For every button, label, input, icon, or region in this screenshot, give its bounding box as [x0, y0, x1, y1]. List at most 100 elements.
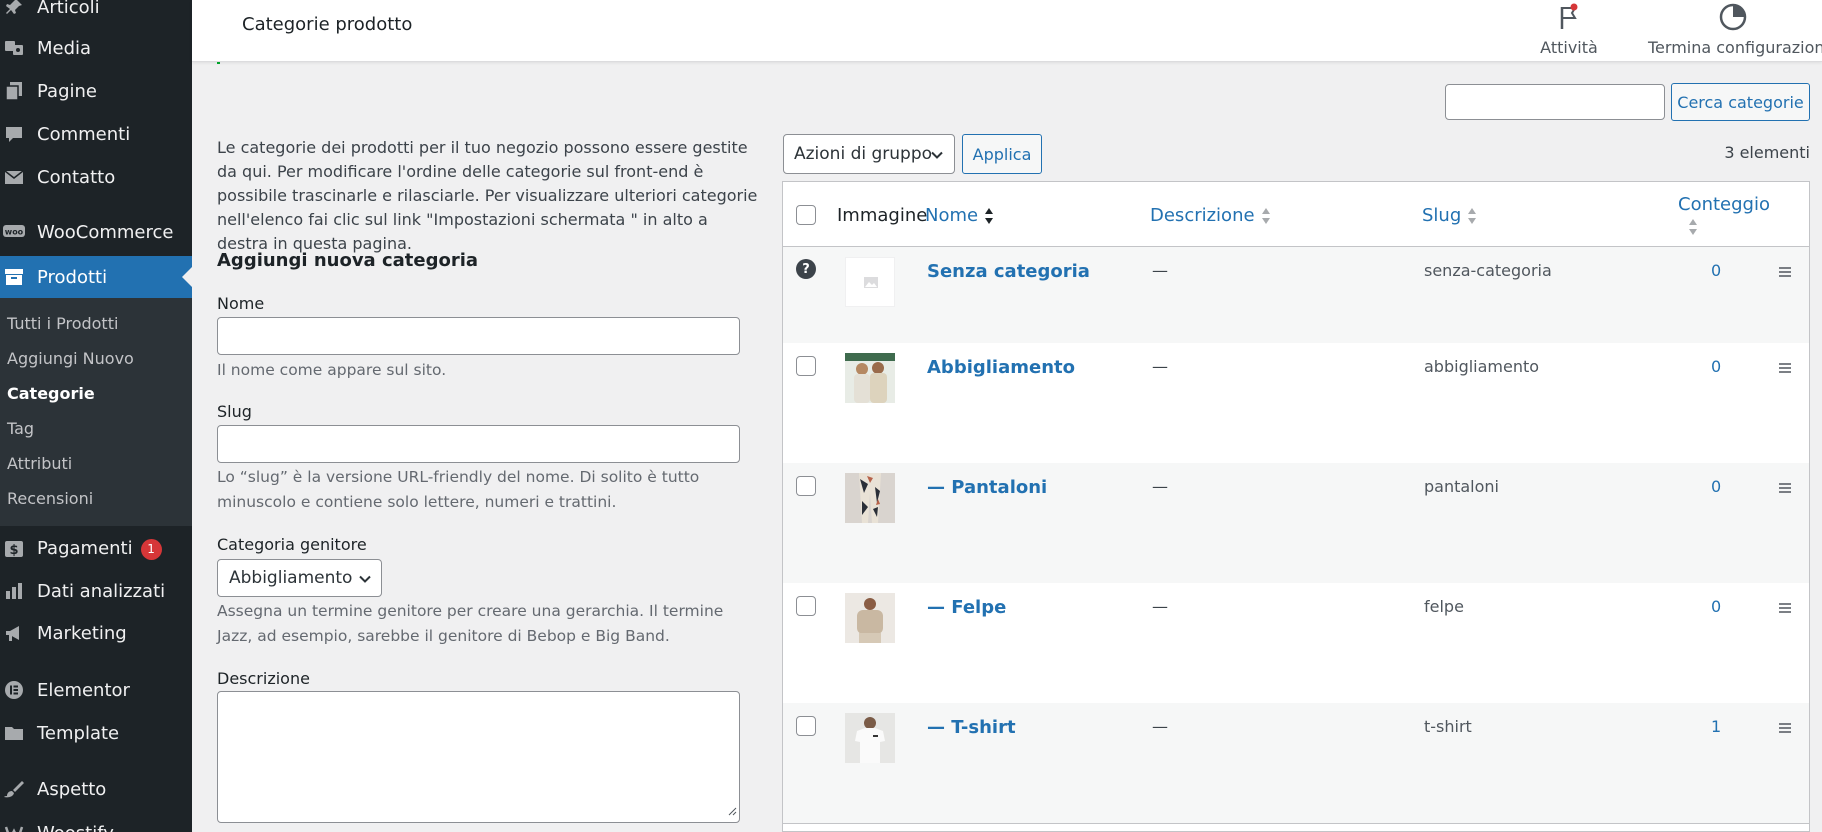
products-submenu: Tutti i Prodotti Aggiungi Nuovo Categori…: [0, 298, 192, 526]
drag-handle-icon[interactable]: [1778, 263, 1792, 282]
table-row[interactable]: Abbigliamento — abbigliamento 0: [783, 343, 1809, 463]
menu-label: Template: [37, 722, 120, 744]
dollar-icon: $: [3, 538, 25, 560]
column-description[interactable]: Descrizione: [1150, 205, 1271, 226]
submenu-tag[interactable]: Tag: [7, 419, 34, 438]
drag-handle-icon[interactable]: [1778, 719, 1792, 738]
menu-label: WooCommerce: [37, 221, 174, 243]
sort-icon: [1467, 206, 1477, 226]
table-row[interactable]: — Pantaloni — pantaloni 0: [783, 463, 1809, 583]
menu-item-commenti[interactable]: Commenti: [0, 114, 192, 154]
table-row[interactable]: ? Senza categoria — senza-categoria 0: [783, 247, 1809, 343]
row-checkbox[interactable]: [796, 476, 816, 496]
felpe-thumbnail: [845, 593, 895, 643]
column-count[interactable]: Conteggio: [1678, 194, 1770, 237]
svg-text:woo: woo: [5, 228, 24, 237]
activity-button[interactable]: Attività: [1537, 0, 1601, 57]
drag-handle-icon[interactable]: [1778, 359, 1792, 378]
category-count-link[interactable]: 0: [1711, 597, 1721, 616]
submenu-categorie[interactable]: Categorie: [7, 384, 95, 403]
category-count-link[interactable]: 1: [1711, 717, 1721, 736]
bulk-actions-select[interactable]: Azioni di gruppo: [783, 134, 955, 174]
drag-handle-icon[interactable]: [1778, 599, 1792, 618]
comment-icon: [3, 123, 25, 145]
menu-item-woostify[interactable]: Woostify: [0, 813, 192, 832]
category-name-link[interactable]: Abbigliamento: [927, 357, 1075, 378]
search-categories-button[interactable]: Cerca categorie: [1671, 83, 1810, 121]
folder-icon: [3, 722, 25, 744]
category-name-link[interactable]: — Pantaloni: [927, 477, 1047, 498]
category-name-link[interactable]: Senza categoria: [927, 261, 1090, 282]
category-name-link[interactable]: — T-shirt: [927, 717, 1016, 738]
brush-icon: [3, 778, 25, 800]
menu-item-pagine[interactable]: Pagine: [0, 71, 192, 111]
menu-label: Contatto: [37, 166, 116, 188]
submenu-aggiungi-nuovo[interactable]: Aggiungi Nuovo: [7, 349, 134, 368]
row-checkbox[interactable]: [796, 716, 816, 736]
slug-help: Lo “slug” è la versione URL-friendly del…: [217, 468, 700, 511]
category-description: —: [1152, 261, 1168, 280]
slug-label: Slug: [217, 402, 252, 421]
category-slug: senza-categoria: [1424, 261, 1552, 280]
menu-item-aspetto[interactable]: Aspetto: [0, 769, 192, 809]
intro-text: Le categorie dei prodotti per il tuo neg…: [217, 138, 758, 253]
column-slug[interactable]: Slug: [1422, 205, 1477, 226]
activity-label: Attività: [1540, 38, 1598, 57]
column-name[interactable]: Nome: [925, 205, 994, 226]
parent-category-value: Abbigliamento: [229, 568, 353, 588]
category-name-link[interactable]: — Felpe: [927, 597, 1006, 618]
menu-label: Elementor: [37, 679, 130, 701]
description-textarea[interactable]: [217, 691, 740, 823]
search-input[interactable]: [1445, 84, 1665, 120]
resize-handle-icon[interactable]: [727, 801, 737, 820]
category-count-link[interactable]: 0: [1711, 477, 1721, 496]
menu-label: Marketing: [37, 622, 127, 644]
finish-setup-label: Termina configurazione: [1648, 38, 1822, 57]
submenu-attributi[interactable]: Attributi: [7, 454, 72, 473]
svg-text:$: $: [9, 543, 18, 558]
parent-category-select[interactable]: Abbigliamento: [217, 559, 382, 597]
menu-item-template[interactable]: Template: [0, 713, 192, 753]
apply-button[interactable]: Applica: [962, 134, 1042, 174]
column-count-label: Conteggio: [1678, 194, 1770, 215]
menu-item-articoli[interactable]: Articoli: [0, 0, 192, 27]
menu-item-dati-analizzati[interactable]: Dati analizzati: [0, 571, 192, 611]
menu-label-text: Pagamenti: [37, 537, 133, 559]
menu-item-marketing[interactable]: Marketing: [0, 613, 192, 653]
mail-icon: [3, 166, 25, 188]
category-count-link[interactable]: 0: [1711, 357, 1721, 376]
column-image: Immagine: [837, 205, 928, 226]
row-checkbox[interactable]: [796, 356, 816, 376]
menu-item-prodotti[interactable]: Prodotti: [0, 256, 192, 298]
menu-item-elementor[interactable]: Elementor: [0, 670, 192, 710]
table-footer-divider: [783, 823, 1809, 824]
admin-sidebar: Articoli Media Pagine Commenti Contatto …: [0, 0, 192, 832]
row-checkbox[interactable]: [796, 596, 816, 616]
woo-icon: woo: [3, 221, 25, 243]
menu-item-woocommerce[interactable]: woo WooCommerce: [0, 212, 192, 252]
category-count-link[interactable]: 0: [1711, 261, 1721, 280]
intro-section: Le categorie dei prodotti per il tuo neg…: [217, 136, 762, 256]
finish-setup-button[interactable]: Termina configurazione: [1648, 0, 1822, 57]
submenu-tutti-prodotti[interactable]: Tutti i Prodotti: [7, 314, 118, 333]
add-category-heading: Aggiungi nuova categoria: [217, 250, 479, 271]
menu-item-contatto[interactable]: Contatto: [0, 157, 192, 197]
category-slug: t-shirt: [1424, 717, 1472, 736]
drag-handle-icon[interactable]: [1778, 479, 1792, 498]
categories-table: Immagine Nome Descrizione Slug Conteggio…: [782, 181, 1810, 832]
megaphone-icon: [3, 622, 25, 644]
table-row[interactable]: — T-shirt — t-shirt 1: [783, 703, 1809, 823]
select-all-checkbox[interactable]: [796, 205, 816, 225]
table-row[interactable]: — Felpe — felpe 0: [783, 583, 1809, 703]
media-icon: [3, 37, 25, 59]
slug-input[interactable]: [217, 425, 740, 463]
menu-item-pagamenti[interactable]: $ Pagamenti 1: [0, 529, 192, 569]
parent-category-help: Assegna un termine genitore per creare u…: [217, 602, 724, 645]
parent-category-label: Categoria genitore: [217, 535, 367, 554]
name-label: Nome: [217, 294, 265, 313]
name-input[interactable]: [217, 317, 740, 355]
submenu-recensioni[interactable]: Recensioni: [7, 489, 93, 508]
chevron-down-icon: [930, 147, 944, 167]
column-slug-label: Slug: [1422, 205, 1462, 226]
menu-item-media[interactable]: Media: [0, 28, 192, 68]
